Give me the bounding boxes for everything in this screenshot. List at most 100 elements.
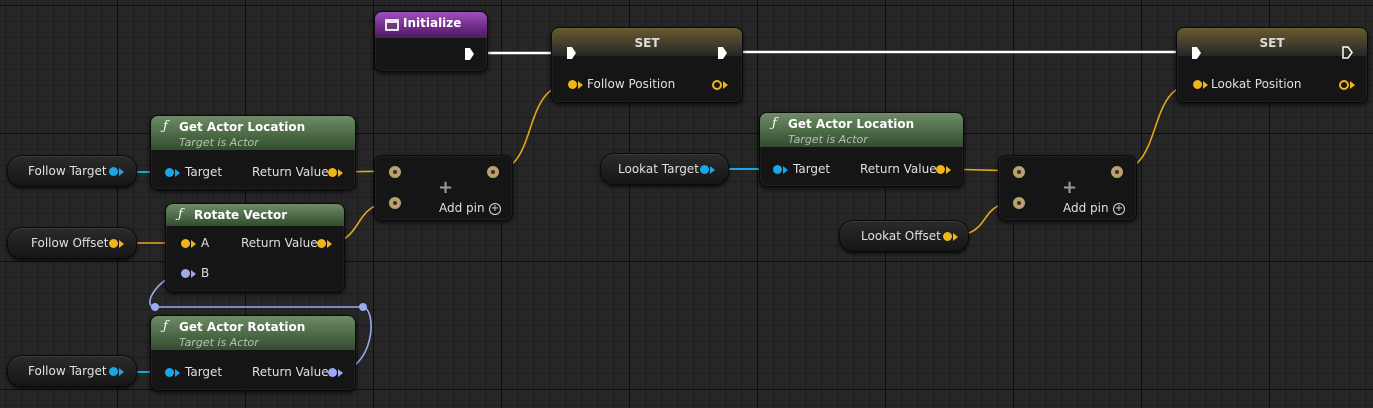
get-actor-location-node[interactable]: ƒ Get Actor Location Target is Actor Tar… [759,112,964,187]
variable-out-pin[interactable] [109,239,118,248]
target-label: Target [185,365,223,379]
target-in-pin[interactable] [165,168,174,177]
variable-label: Follow Offset [31,236,109,250]
variable-out-pin[interactable] [109,167,118,176]
pin-arrow [327,240,332,248]
variable-label: Follow Target [28,164,107,178]
set-title: SET [634,36,660,50]
pin-arrow [119,368,124,376]
exec-out-pin[interactable] [1342,46,1353,59]
event-header: Initialize [375,12,487,38]
target-label: Target [793,162,831,176]
lookat-position-in-pin[interactable] [1193,80,1202,89]
function-header: ƒ Get Actor Location Target is Actor [760,113,963,147]
pin-arrow [723,81,728,89]
lookat-position-label: Lookat Position [1211,77,1302,91]
return-value-label: Return Value [241,236,318,250]
follow-position-out-pin[interactable] [712,80,722,90]
return-value-out-pin[interactable] [936,165,945,174]
b-label: B [201,266,210,280]
return-value-label: Return Value [252,365,329,379]
exec-out-pin[interactable] [465,48,474,60]
function-title: Get Actor Location [788,117,915,131]
pin-arrow [191,270,196,278]
add-vector-node[interactable]: + Add pin + [374,155,513,221]
variable-out-pin[interactable] [109,367,118,376]
function-subtitle: Target is Actor [179,136,259,149]
add-in-pin-0[interactable] [1013,166,1025,178]
add-operator: + [1062,177,1078,198]
add-in-pin-0[interactable] [389,166,401,178]
rotate-vector-node[interactable]: ƒ Rotate Vector A Return Value B [165,203,345,292]
function-title: Get Actor Location [179,120,306,134]
add-in-pin-1[interactable] [389,197,401,209]
variable-label: Lookat Offset [861,229,941,243]
pin-arrow [119,168,124,176]
return-value-out-pin[interactable] [317,239,326,248]
add-in-pin-1[interactable] [1013,197,1025,209]
a-label: A [201,236,210,250]
target-in-pin[interactable] [773,165,782,174]
pin-arrow [338,369,343,377]
follow-target-variable[interactable]: Follow Target [7,155,137,187]
pin-arrow [338,169,343,177]
function-title: Get Actor Rotation [179,320,306,334]
set-title: SET [1259,36,1285,50]
variable-label: Follow Target [28,364,107,378]
add-pin-icon[interactable]: + [1113,203,1125,215]
get-actor-rotation-node[interactable]: ƒ Get Actor Rotation Target is Actor Tar… [150,315,356,391]
set-follow-position-node[interactable]: SET Follow Position [551,27,743,103]
return-value-label: Return Value [252,165,329,179]
function-icon: ƒ [163,319,168,334]
get-actor-location-node[interactable]: ƒ Get Actor Location Target is Actor Tar… [150,115,356,190]
event-title: Initialize [403,16,462,30]
variable-out-pin[interactable] [700,165,709,174]
pin-arrow [946,166,951,174]
pin-arrow [1350,81,1355,89]
add-vector-node[interactable]: + Add pin + [998,155,1137,221]
pin-arrow [783,166,788,174]
reroute-knot [359,303,367,311]
set-header: SET [1177,28,1367,56]
pin-arrow [119,240,124,248]
a-in-pin[interactable] [181,239,190,248]
add-pin-icon[interactable]: + [489,203,501,215]
return-value-out-pin[interactable] [328,368,337,377]
pin-arrow [710,166,715,174]
b-in-pin[interactable] [181,269,190,278]
function-icon: ƒ [178,207,183,222]
pin-arrow [191,240,196,248]
follow-position-label: Follow Position [587,77,676,91]
follow-offset-variable[interactable]: Follow Offset [7,227,137,259]
pin-arrow [953,233,958,241]
add-operator: + [438,177,454,198]
variable-out-pin[interactable] [943,232,952,241]
set-header: SET [552,28,742,56]
pin-arrow [1203,81,1208,89]
function-header: ƒ Get Actor Rotation Target is Actor [151,316,355,350]
lookat-position-out-pin[interactable] [1339,80,1349,90]
add-pin-label[interactable]: Add pin [1063,201,1109,215]
function-icon: ƒ [772,116,777,131]
function-subtitle: Target is Actor [788,133,868,146]
lookat-offset-variable[interactable]: Lookat Offset [839,220,969,252]
set-lookat-position-node[interactable]: SET Lookat Position [1176,27,1368,103]
function-header: ƒ Rotate Vector [166,204,344,226]
function-icon: ƒ [163,119,168,134]
add-out-pin[interactable] [487,166,499,178]
pin-arrow [175,169,180,177]
follow-position-in-pin[interactable] [568,80,577,89]
add-out-pin[interactable] [1111,166,1123,178]
lookat-target-variable[interactable]: Lookat Target [600,153,729,185]
pin-arrow [578,81,583,89]
return-value-label: Return Value [860,162,937,176]
add-pin-label[interactable]: Add pin [439,201,485,215]
follow-target-variable[interactable]: Follow Target [7,355,137,387]
target-in-pin[interactable] [165,368,174,377]
function-title: Rotate Vector [194,208,288,222]
function-subtitle: Target is Actor [179,336,259,349]
pin-arrow [175,369,180,377]
event-icon [385,19,399,31]
initialize-event-node[interactable]: Initialize [374,11,488,72]
return-value-out-pin[interactable] [328,168,337,177]
